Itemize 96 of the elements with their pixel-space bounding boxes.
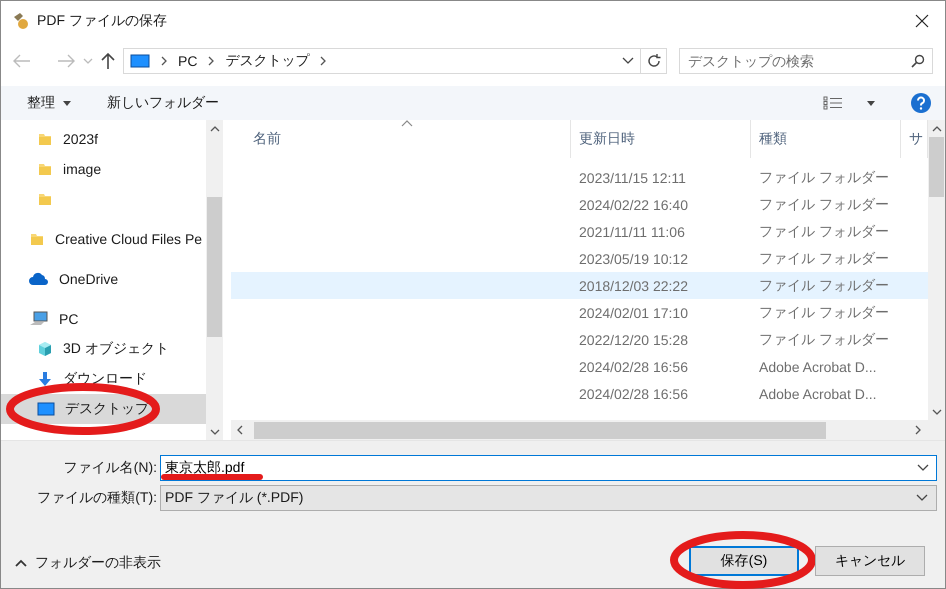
field-label: ファイル名(N): [62, 459, 157, 477]
type-cell-text: ファイル フォルダー [758, 196, 890, 214]
file-row[interactable]: 2021/11/11 11:06 ファイル フォルダー [231, 218, 928, 245]
type-cell-text: ファイル フォルダー [758, 222, 890, 240]
file-row[interactable]: 2024/02/28 16:56 Adobe Acrobat D... [231, 353, 928, 380]
cancel-button[interactable]: キャンセル [815, 546, 925, 576]
search-field[interactable]: デスクトップの検索 [679, 48, 933, 74]
organize-menu[interactable]: 整理 [27, 94, 71, 112]
folder-icon [37, 191, 53, 207]
file-row[interactable]: 2024/02/01 17:10 ファイル フォルダー [231, 299, 928, 326]
nav-item[interactable]: PC [1, 304, 206, 334]
date-cell-text: 2024/02/22 16:40 [578, 196, 689, 212]
folder-icon [37, 161, 53, 177]
desktop-icon [37, 402, 55, 416]
chevron-down-icon [210, 428, 220, 434]
type-cell-text: Adobe Acrobat D... [758, 358, 878, 374]
window-title: PDF ファイルの保存 [37, 12, 168, 30]
file-name-field[interactable]: 東京太郎.pdf [160, 455, 937, 481]
folder-icon [29, 231, 45, 247]
folder-icon [37, 131, 53, 147]
sort-ascending-icon [401, 120, 413, 127]
horizontal-scrollbar[interactable] [231, 420, 945, 440]
file-row[interactable]: 2024/02/22 16:40 ファイル フォルダー [231, 191, 928, 218]
chevron-up-icon [210, 126, 220, 132]
breadcrumb[interactable]: デスクトップ [225, 52, 310, 70]
type-cell-text: ファイル フォルダー [758, 304, 890, 322]
address-bar[interactable]: PC デスクトップ [123, 48, 641, 74]
chevron-up-icon [932, 126, 942, 132]
file-row[interactable]: 2023/05/19 10:12 ファイル フォルダー [231, 245, 928, 272]
nav-item-label: OneDrive [59, 271, 118, 287]
new-folder-button[interactable]: 新しいフォルダー [107, 94, 219, 112]
scrollbar[interactable] [206, 120, 223, 440]
nav-item[interactable]: Creative Cloud Files Pe [1, 224, 206, 254]
chevron-down-icon [917, 464, 929, 472]
file-row[interactable]: 2022/12/20 15:28 ファイル フォルダー [231, 326, 928, 353]
scrollbar-thumb[interactable] [929, 137, 944, 197]
nav-item[interactable]: OneDrive [1, 264, 206, 294]
file-row[interactable]: 2018/12/03 22:22 ファイル フォルダー [231, 272, 928, 299]
column-header[interactable]: 名前 [231, 120, 571, 158]
chevron-down-icon [932, 408, 942, 414]
search-icon [911, 54, 925, 68]
type-cell-text: Adobe Acrobat D... [758, 386, 878, 402]
date-cell-text: 2024/02/28 16:56 [578, 358, 689, 374]
nav-item-label: image [63, 161, 102, 177]
date-cell-text: 2018/12/03 22:22 [578, 278, 689, 294]
close-icon [915, 14, 929, 28]
chevron-right-icon[interactable] [207, 56, 216, 66]
chevron-right-icon [914, 425, 920, 435]
dropdown-triangle-icon [63, 100, 71, 106]
date-cell-text: 2021/11/11 11:06 [578, 224, 686, 240]
cube-icon [37, 341, 53, 357]
type-cell-text: ファイル フォルダー [758, 276, 890, 294]
type-cell-text: ファイル フォルダー [758, 168, 890, 186]
scrollbar-thumb[interactable] [207, 197, 222, 337]
download-icon [37, 371, 53, 387]
nav-item-label: PC [59, 311, 78, 327]
column-header[interactable]: 種類 [751, 120, 901, 158]
computer-icon [29, 311, 49, 327]
nav-item[interactable]: 3D オブジェクト [1, 334, 206, 364]
nav-item[interactable]: image [1, 154, 206, 184]
field-label: ファイルの種類(T): [36, 489, 157, 507]
file-type-dropdown[interactable]: PDF ファイル (*.PDF) [160, 485, 937, 511]
nav-item-label: Creative Cloud Files Pe [55, 231, 202, 247]
desktop-icon [130, 54, 150, 68]
refresh-icon [646, 53, 662, 69]
chevron-left-icon [236, 425, 242, 435]
date-cell-text: 2023/11/15 12:11 [578, 170, 687, 186]
cloud-icon [29, 272, 49, 286]
list-view-icon [823, 96, 843, 110]
hide-folders-button[interactable]: フォルダーの非表示 [15, 554, 161, 576]
refresh-button[interactable] [641, 48, 667, 74]
file-row[interactable]: 2023/11/15 12:11 ファイル フォルダー [231, 164, 928, 191]
date-cell-text: 2022/12/20 15:28 [578, 332, 689, 348]
date-cell-text: 2024/02/28 16:56 [578, 386, 689, 402]
help-button[interactable] [911, 93, 931, 113]
chevron-right-icon[interactable] [160, 56, 168, 66]
nav-item-label: 2023f [63, 131, 98, 147]
type-cell-text: ファイル フォルダー [758, 250, 890, 268]
save-button[interactable]: 保存(S) [689, 546, 799, 576]
scrollbar-thumb[interactable] [254, 422, 826, 438]
nav-item-label: 3D オブジェクト [63, 340, 169, 358]
view-options-button[interactable] [823, 96, 875, 110]
up-button[interactable] [101, 52, 115, 70]
chevron-down-icon [622, 57, 634, 65]
breadcrumb[interactable]: PC [178, 53, 198, 69]
scrollbar[interactable] [928, 120, 945, 420]
column-header[interactable]: 更新日時 [571, 120, 751, 158]
chevron-down-icon [916, 494, 928, 502]
type-cell-text: ファイル フォルダー [758, 330, 890, 348]
dropdown-triangle-icon [867, 100, 875, 106]
date-cell-text: 2023/05/19 10:12 [578, 250, 689, 266]
chevron-right-icon[interactable] [319, 56, 328, 66]
nav-item[interactable]: 2023f [1, 124, 206, 154]
date-cell-text: 2024/02/01 17:10 [578, 304, 689, 320]
file-row[interactable]: 2024/02/28 16:56 Adobe Acrobat D... [231, 380, 928, 407]
chevron-up-icon [15, 559, 27, 567]
